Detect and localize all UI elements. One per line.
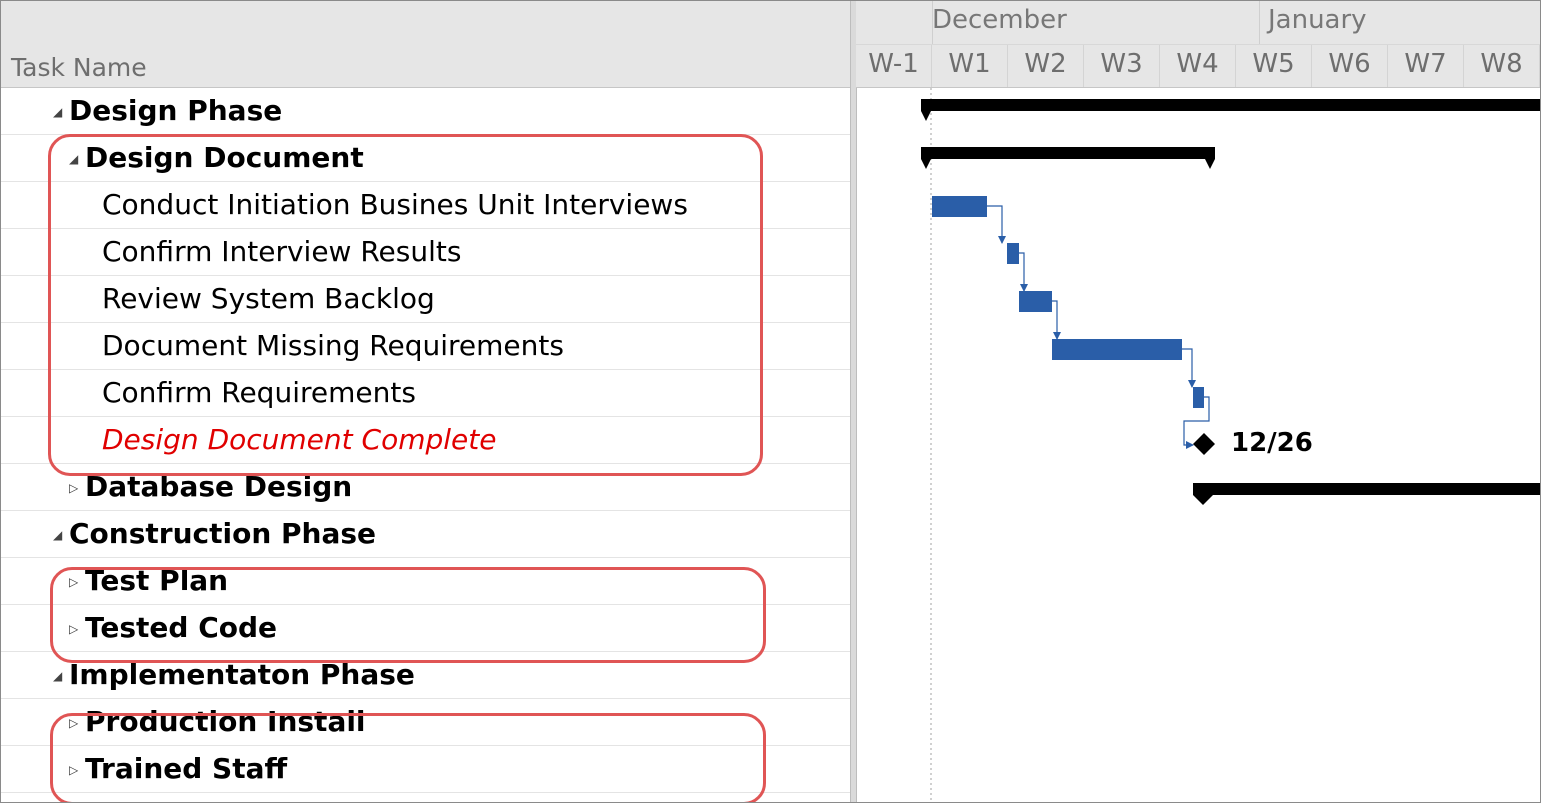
grid-header: Task Name: [1, 1, 850, 88]
task-bar-conduct-interviews[interactable]: [932, 196, 987, 217]
dependency-link: [1019, 252, 1028, 292]
week-label-w5: W5: [1236, 45, 1312, 87]
task-bar-confirm-interview-results[interactable]: [1007, 243, 1019, 264]
week-label-w7: W7: [1388, 45, 1464, 87]
gantt-svg: 12/26: [921, 88, 1541, 802]
milestone-date-label: 12/26: [1231, 428, 1313, 458]
timescale: December January W-1 W1 W2 W3 W4 W5 W6 W7 W8: [856, 1, 1540, 88]
task-name-construction-phase[interactable]: Construction Phase: [69, 517, 376, 551]
dependency-link: [987, 205, 1006, 244]
month-divider: [932, 1, 933, 44]
month-divider: [1259, 1, 1260, 44]
week-label-w2: W2: [1008, 45, 1084, 87]
highlight-box-construction-deliverables: [50, 567, 766, 663]
task-bar-confirm-requirements[interactable]: [1193, 387, 1204, 408]
collapse-triangle-icon[interactable]: ◢: [53, 529, 62, 541]
collapse-triangle-icon[interactable]: ◢: [53, 670, 62, 682]
task-bar-document-missing-requirements[interactable]: [1052, 339, 1182, 360]
project-window: Task Name ◢ Design Phase ◢ Design Document C…: [0, 0, 1541, 803]
highlight-box-design-document: [48, 134, 763, 476]
dependency-link: [1052, 300, 1061, 340]
week-label-w6: W6: [1312, 45, 1388, 87]
collapse-triangle-icon[interactable]: ◢: [53, 106, 62, 118]
task-row-design-phase[interactable]: ◢ Design Phase: [1, 88, 850, 135]
summary-bar-design-document[interactable]: [921, 147, 1215, 169]
week-label-w-1: W-1: [856, 45, 932, 87]
task-name-implementation-phase[interactable]: Implementaton Phase: [69, 658, 415, 692]
month-label-january: January: [1268, 5, 1367, 35]
expand-triangle-icon[interactable]: ▷: [69, 482, 78, 494]
week-label-w8: W8: [1464, 45, 1540, 87]
highlight-box-implementation-deliverables: [50, 713, 766, 802]
task-bar-review-system-backlog[interactable]: [1019, 291, 1052, 312]
task-name-column-header[interactable]: Task Name: [11, 53, 147, 82]
milestone-diamond-design-document-complete[interactable]: [1193, 433, 1215, 455]
task-grid: Task Name ◢ Design Phase ◢ Design Document C…: [1, 1, 851, 802]
week-label-w3: W3: [1084, 45, 1160, 87]
week-label-w1: W1: [932, 45, 1008, 87]
summary-bar-design-phase[interactable]: [921, 99, 1541, 121]
week-label-w4: W4: [1160, 45, 1236, 87]
month-label-december: December: [932, 5, 1067, 35]
summary-bar-database-design[interactable]: [1193, 483, 1541, 505]
task-row-construction-phase[interactable]: ◢ Construction Phase: [1, 511, 850, 558]
gantt-chart: 12/26: [856, 88, 1541, 802]
task-name-design-phase[interactable]: Design Phase: [69, 94, 282, 128]
dependency-link: [1182, 348, 1196, 388]
